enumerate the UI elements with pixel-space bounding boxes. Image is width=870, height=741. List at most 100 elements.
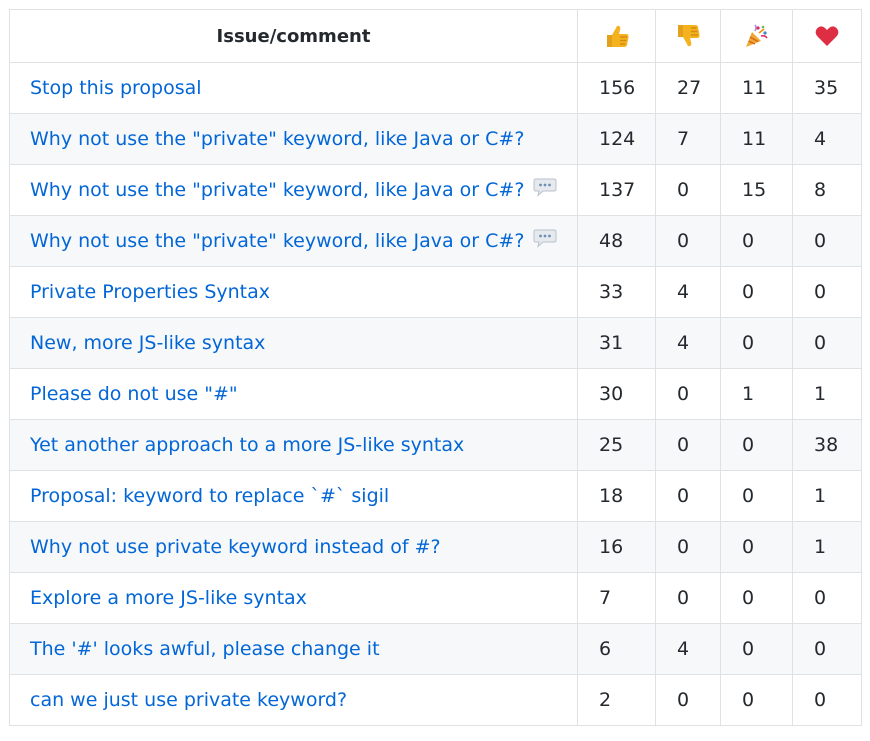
issue-title-cell: The '#' looks awful, please change it — [9, 623, 578, 675]
thumbs-up-count: 16 — [577, 521, 656, 573]
issue-title-cell: Private Properties Syntax — [9, 266, 578, 318]
issue-link[interactable]: Why not use private keyword instead of #… — [30, 536, 441, 558]
hooray-count: 15 — [720, 164, 793, 216]
table-row: Why not use the "private" keyword, like … — [9, 215, 862, 267]
thumbs-up-count: 48 — [577, 215, 656, 267]
column-header-thumbs-down — [655, 9, 721, 63]
thumbs-down-count: 27 — [655, 62, 721, 114]
hooray-count: 0 — [720, 470, 793, 522]
issue-link[interactable]: Why not use the "private" keyword, like … — [30, 179, 524, 201]
issue-title-cell: Explore a more JS-like syntax — [9, 572, 578, 624]
thumbs-down-count: 4 — [655, 317, 721, 369]
thumbs-up-count: 7 — [577, 572, 656, 624]
issue-link[interactable]: Private Properties Syntax — [30, 281, 270, 303]
thumbs-down-count: 0 — [655, 674, 721, 726]
issue-title-cell: Why not use the "private" keyword, like … — [9, 215, 578, 267]
issue-link[interactable]: New, more JS-like syntax — [30, 332, 265, 354]
issue-title-cell: Please do not use "#" — [9, 368, 578, 420]
thumbs-up-count: 30 — [577, 368, 656, 420]
table-row: Why not use private keyword instead of #… — [9, 521, 862, 573]
thumbs-up-count: 124 — [577, 113, 656, 165]
heart-count: 0 — [792, 317, 862, 369]
hooray-count: 0 — [720, 215, 793, 267]
speech-bubble-icon — [533, 178, 557, 197]
hooray-count: 1 — [720, 368, 793, 420]
table-row: Please do not use "#" 30 0 1 1 — [9, 368, 862, 420]
thumbs-up-count: 18 — [577, 470, 656, 522]
hooray-count: 0 — [720, 266, 793, 318]
issue-title-cell: can we just use private keyword? — [9, 674, 578, 726]
reactions-table-container: Issue/comment Stop this proposal 156 27 … — [9, 9, 862, 726]
issue-link[interactable]: Explore a more JS-like syntax — [30, 587, 307, 609]
issue-title-cell: Stop this proposal — [9, 62, 578, 114]
heart-count: 8 — [792, 164, 862, 216]
heart-count: 1 — [792, 470, 862, 522]
table-row: Yet another approach to a more JS-like s… — [9, 419, 862, 471]
heart-icon — [815, 26, 839, 46]
issue-title-cell: Why not use the "private" keyword, like … — [9, 113, 578, 165]
issue-link[interactable]: Why not use the "private" keyword, like … — [30, 230, 524, 252]
thumbs-down-icon — [678, 25, 700, 47]
hooray-count: 0 — [720, 623, 793, 675]
table-row: can we just use private keyword? 2 0 0 0 — [9, 674, 862, 726]
heart-count: 0 — [792, 674, 862, 726]
issue-link[interactable]: Stop this proposal — [30, 77, 202, 99]
heart-count: 1 — [792, 368, 862, 420]
thumbs-down-count: 0 — [655, 215, 721, 267]
table-row: Private Properties Syntax 33 4 0 0 — [9, 266, 862, 318]
issue-link[interactable]: Yet another approach to a more JS-like s… — [30, 434, 464, 456]
issue-title-cell: Yet another approach to a more JS-like s… — [9, 419, 578, 471]
heart-count: 0 — [792, 266, 862, 318]
thumbs-down-count: 7 — [655, 113, 721, 165]
column-header-party-popper — [720, 9, 793, 63]
thumbs-up-count: 33 — [577, 266, 656, 318]
table-row: Why not use the "private" keyword, like … — [9, 113, 862, 165]
thumbs-up-count: 2 — [577, 674, 656, 726]
issue-link[interactable]: Proposal: keyword to replace `#` sigil — [30, 485, 389, 507]
hooray-count: 11 — [720, 113, 793, 165]
hooray-count: 11 — [720, 62, 793, 114]
issue-link[interactable]: The '#' looks awful, please change it — [30, 638, 380, 660]
table-row: The '#' looks awful, please change it 6 4 0… — [9, 623, 862, 675]
issue-link[interactable]: can we just use private keyword? — [30, 689, 347, 711]
reactions-table: Issue/comment Stop this proposal 156 27 … — [9, 9, 862, 726]
table-header-row: Issue/comment — [9, 9, 862, 63]
thumbs-down-count: 4 — [655, 266, 721, 318]
heart-count: 0 — [792, 572, 862, 624]
issue-link[interactable]: Please do not use "#" — [30, 383, 238, 405]
hooray-count: 0 — [720, 521, 793, 573]
hooray-count: 0 — [720, 674, 793, 726]
column-header-issue: Issue/comment — [9, 9, 578, 63]
hooray-count: 0 — [720, 419, 793, 471]
issue-title-cell: Proposal: keyword to replace `#` sigil — [9, 470, 578, 522]
thumbs-up-count: 6 — [577, 623, 656, 675]
table-row: New, more JS-like syntax 31 4 0 0 — [9, 317, 862, 369]
column-header-thumbs-up — [577, 9, 656, 63]
thumbs-down-count: 0 — [655, 470, 721, 522]
issue-title-cell: Why not use the "private" keyword, like … — [9, 164, 578, 216]
table-row: Proposal: keyword to replace `#` sigil 18… — [9, 470, 862, 522]
issue-title-cell: New, more JS-like syntax — [9, 317, 578, 369]
table-row: Why not use the "private" keyword, like … — [9, 164, 862, 216]
thumbs-down-count: 0 — [655, 572, 721, 624]
party-popper-icon — [745, 24, 768, 47]
thumbs-up-count: 137 — [577, 164, 656, 216]
thumbs-up-count: 31 — [577, 317, 656, 369]
heart-count: 0 — [792, 215, 862, 267]
thumbs-down-count: 0 — [655, 419, 721, 471]
issue-link[interactable]: Why not use the "private" keyword, like … — [30, 128, 524, 150]
heart-count: 4 — [792, 113, 862, 165]
heart-count: 0 — [792, 623, 862, 675]
thumbs-up-icon — [606, 25, 629, 47]
hooray-count: 0 — [720, 317, 793, 369]
heart-count: 1 — [792, 521, 862, 573]
column-header-heart — [792, 9, 862, 63]
table-row: Explore a more JS-like syntax 7 0 0 0 — [9, 572, 862, 624]
thumbs-up-count: 156 — [577, 62, 656, 114]
thumbs-up-count: 25 — [577, 419, 656, 471]
thumbs-down-count: 0 — [655, 521, 721, 573]
table-row: Stop this proposal 156 27 11 35 — [9, 62, 862, 114]
speech-bubble-icon — [533, 229, 557, 248]
thumbs-down-count: 4 — [655, 623, 721, 675]
thumbs-down-count: 0 — [655, 368, 721, 420]
